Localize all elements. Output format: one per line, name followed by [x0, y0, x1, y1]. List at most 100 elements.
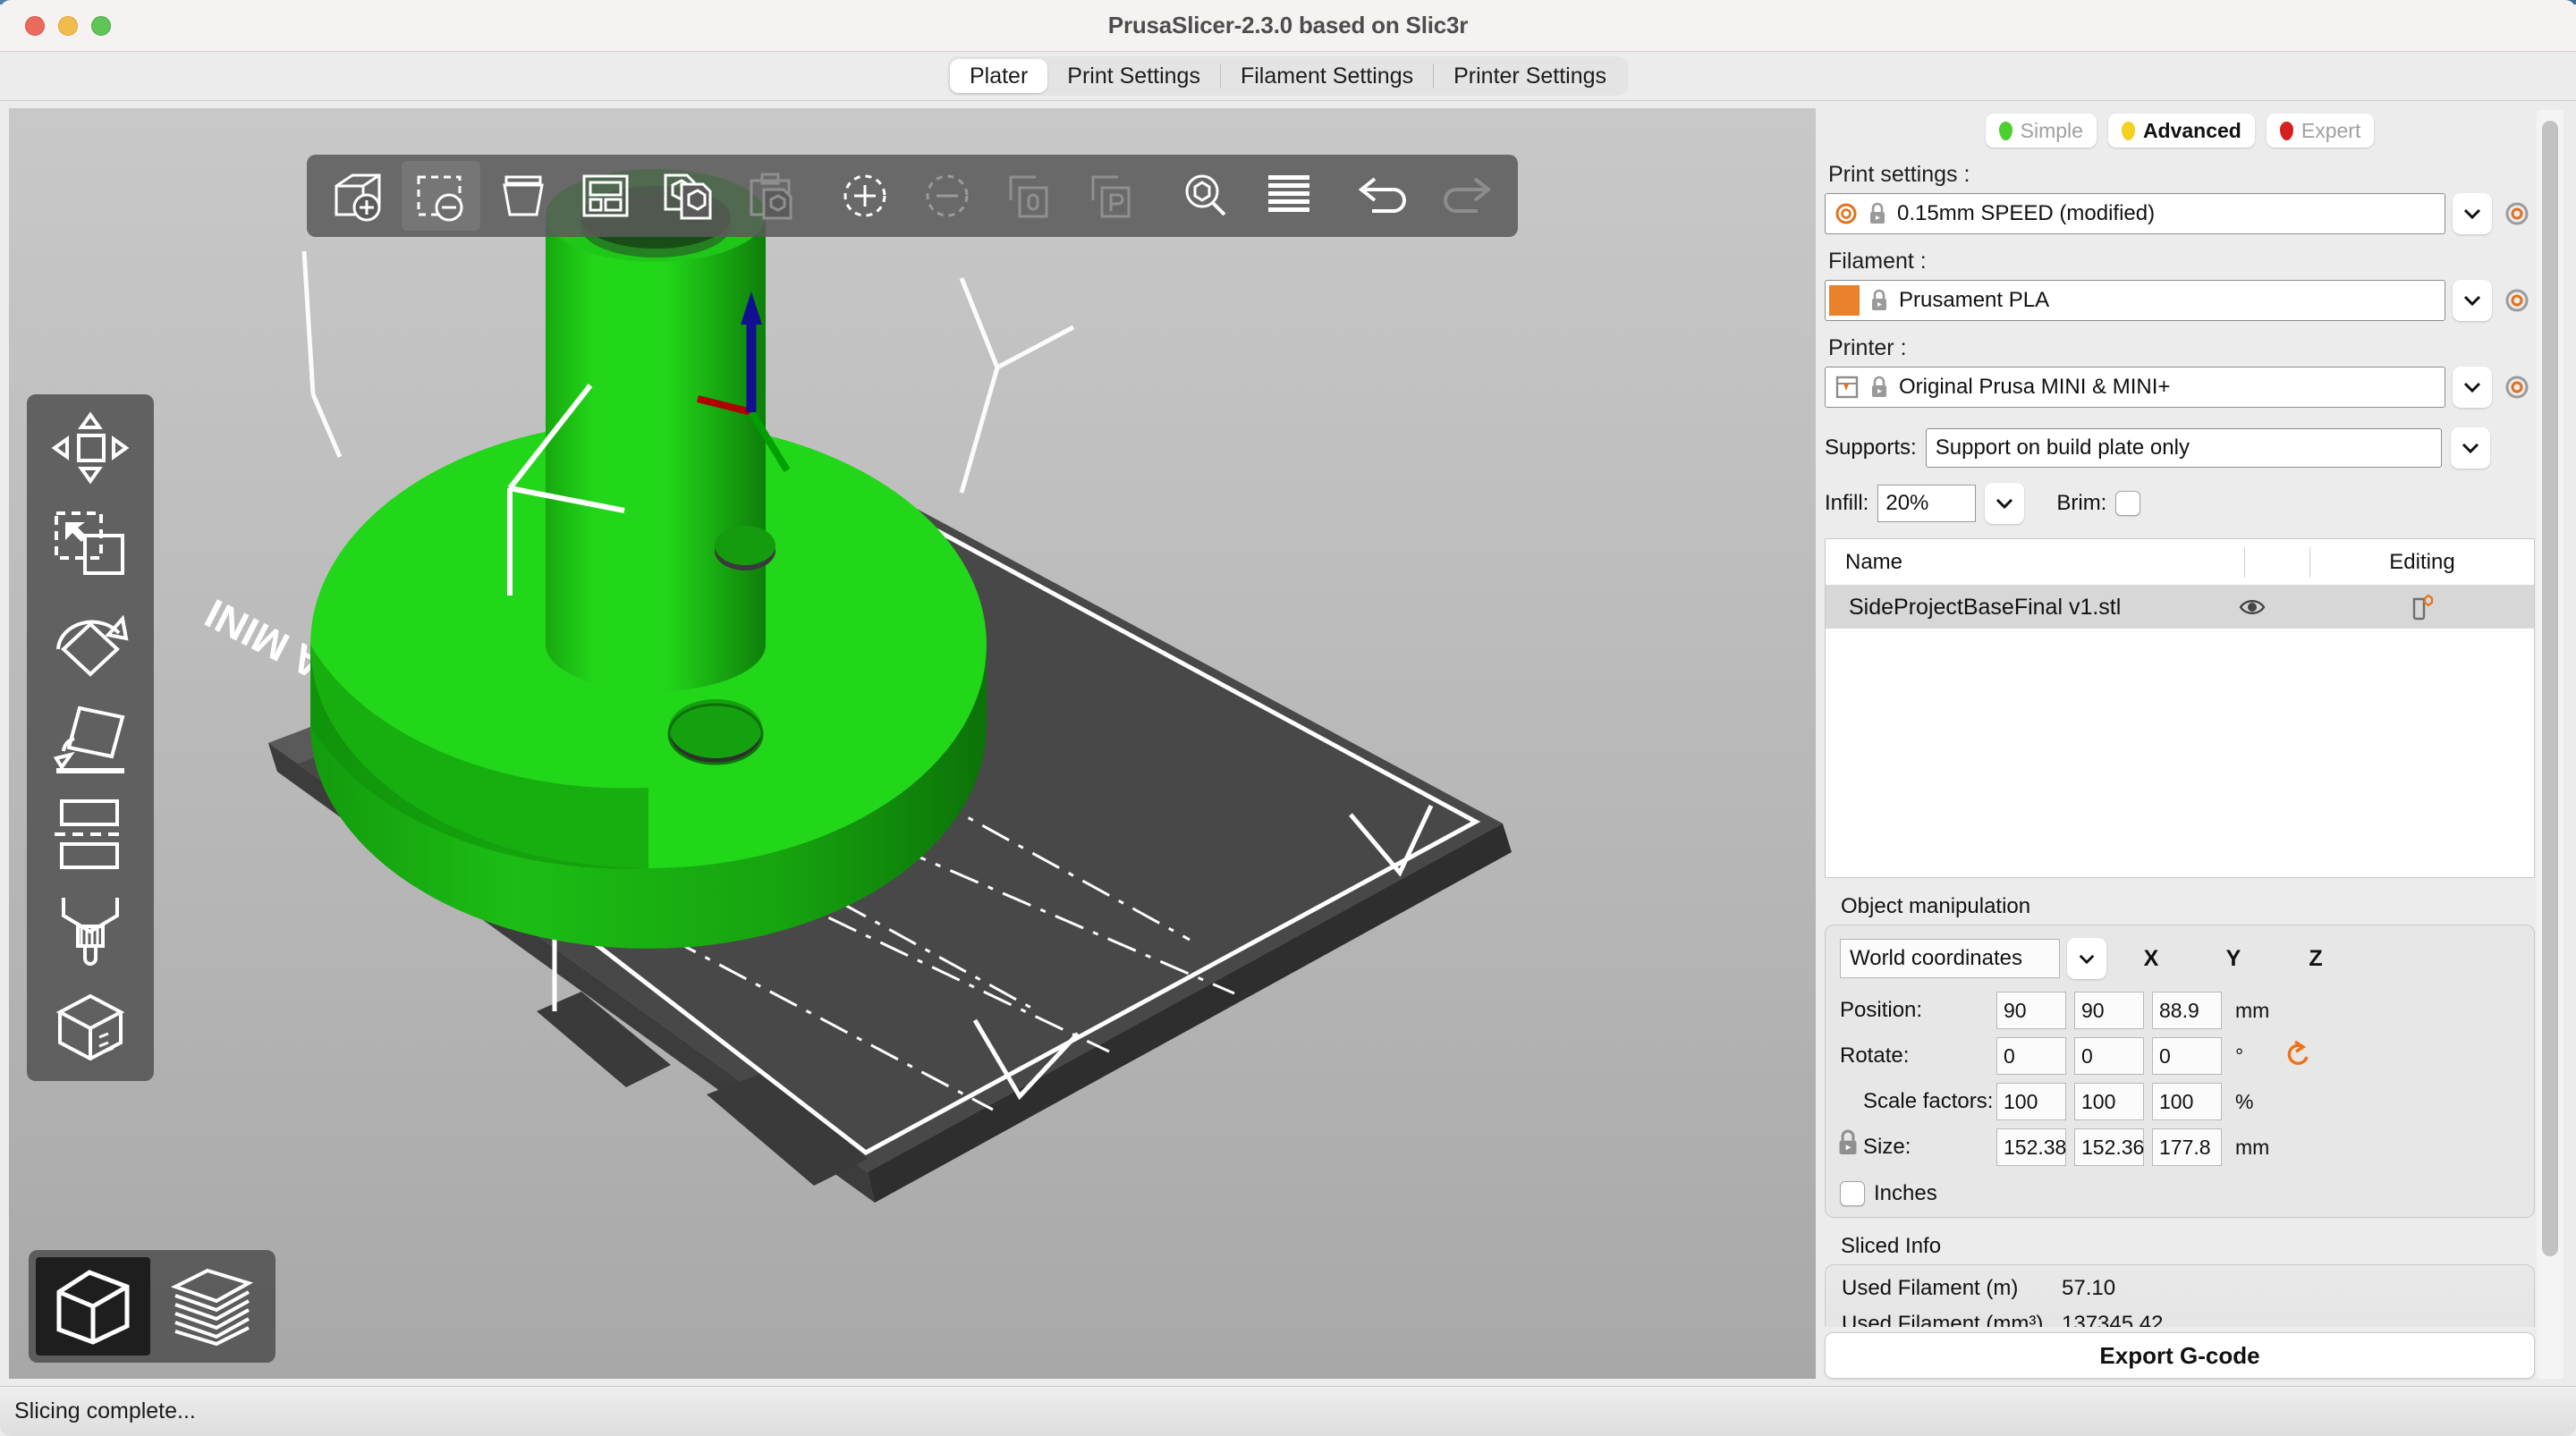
eye-icon[interactable] — [2194, 597, 2310, 617]
arrange-icon[interactable] — [566, 161, 645, 231]
scale-y-input[interactable]: 100 — [2074, 1083, 2144, 1120]
scale-icon[interactable] — [33, 496, 148, 593]
mode-advanced-label: Advanced — [2142, 118, 2241, 142]
preview-view-icon[interactable] — [154, 1257, 268, 1356]
print-settings-edit-button[interactable] — [2499, 200, 2535, 227]
brim-label: Brim: — [2056, 491, 2107, 515]
split-to-objects-icon — [990, 161, 1069, 231]
size-label: Size: — [1863, 1135, 1911, 1159]
printer-combo[interactable]: Original Prusa MINI & MINI+ — [1825, 367, 2445, 408]
editor-view-icon[interactable] — [36, 1257, 150, 1356]
infill-brim-row: Infill: 20% Brim: — [1825, 483, 2535, 524]
tab-printer-settings[interactable]: Printer Settings — [1434, 59, 1626, 93]
inches-checkbox[interactable] — [1840, 1181, 1865, 1206]
position-x-input[interactable]: 90 — [1996, 992, 2066, 1029]
rotate-icon[interactable] — [33, 593, 148, 689]
size-z-input[interactable]: 177.8 — [2152, 1128, 2222, 1166]
used-filament-m-value: 57.10 — [2062, 1276, 2116, 1300]
rotate-y-input[interactable]: 0 — [2074, 1037, 2144, 1075]
move-icon[interactable] — [33, 400, 148, 496]
filament-dropdown-button[interactable] — [2453, 280, 2492, 321]
layers-editing-icon[interactable] — [2310, 594, 2534, 621]
axis-z-header: Z — [2309, 945, 2323, 971]
object-list[interactable]: Name Editing SideProjectBaseFinal v1.stl — [1825, 538, 2535, 878]
copy-icon[interactable] — [648, 161, 727, 231]
printer-icon — [1835, 376, 1859, 399]
position-z-input[interactable]: 88.9 — [2152, 992, 2222, 1029]
table-row[interactable]: SideProjectBaseFinal v1.stl — [1826, 586, 2534, 629]
scale-x-input[interactable]: 100 — [1996, 1083, 2066, 1120]
position-x-value: 90 — [2004, 998, 2027, 1022]
window-title: PrusaSlicer-2.3.0 based on Slic3r — [1107, 12, 1469, 38]
print-settings-value: 0.15mm SPEED (modified) — [1897, 201, 2156, 225]
add-icon[interactable] — [319, 161, 398, 231]
infill-dropdown-button[interactable] — [1985, 483, 2025, 524]
mode-simple[interactable]: Simple — [1985, 114, 2097, 148]
seam-painting-icon[interactable] — [33, 979, 148, 1076]
size-unit: mm — [2235, 1135, 2270, 1159]
place-on-face-icon[interactable] — [33, 689, 148, 786]
print-settings-dropdown-button[interactable] — [2453, 193, 2492, 234]
filament-row: Prusament PLA — [1825, 280, 2535, 321]
supports-combo[interactable]: Support on build plate only — [1925, 428, 2442, 468]
filament-edit-button[interactable] — [2499, 287, 2535, 314]
mode-expert[interactable]: Expert — [2266, 114, 2375, 148]
tab-filament-settings[interactable]: Filament Settings — [1221, 59, 1433, 93]
scale-z-input[interactable]: 100 — [2152, 1083, 2222, 1120]
position-y-input[interactable]: 90 — [2074, 992, 2144, 1029]
position-label: Position: — [1840, 998, 1923, 1022]
coordinate-system-row: World coordinates X Y Z — [1840, 938, 2520, 979]
printer-edit-button[interactable] — [2499, 374, 2535, 401]
status-bar: Slicing complete... — [0, 1386, 2576, 1436]
split-to-parts-icon — [1072, 161, 1151, 231]
gear-icon — [2505, 202, 2529, 225]
sliced-info-title: Sliced Info — [1841, 1234, 1942, 1258]
tab-plater[interactable]: Plater — [949, 59, 1048, 93]
title-bar: PrusaSlicer-2.3.0 based on Slic3r — [0, 0, 2576, 52]
view-mode-toggle[interactable] — [29, 1250, 275, 1363]
variable-layer-height-icon[interactable] — [1250, 161, 1328, 231]
view-toolbar[interactable] — [307, 155, 1518, 237]
search-icon[interactable] — [1167, 161, 1246, 231]
supports-dropdown-button[interactable] — [2451, 427, 2490, 469]
rotate-row: Rotate: 0 0 0 ° — [1840, 1037, 2520, 1075]
print-settings-combo[interactable]: 0.15mm SPEED (modified) — [1825, 193, 2445, 234]
undo-icon[interactable] — [1344, 161, 1423, 231]
paint-support-icon[interactable] — [33, 883, 148, 979]
size-y-input[interactable]: 152.36 — [2074, 1128, 2144, 1166]
add-instance-icon[interactable] — [826, 161, 904, 231]
printer-value: Original Prusa MINI & MINI+ — [1899, 375, 2171, 399]
3d-viewport[interactable]: PRUSA MINI — [9, 108, 1816, 1379]
sliced-info-row: Used Filament (m) 57.10 — [1842, 1276, 2518, 1301]
mode-advanced[interactable]: Advanced — [2107, 114, 2255, 148]
infill-input[interactable]: 20% — [1877, 485, 1977, 522]
column-editing: Editing — [2389, 549, 2455, 574]
coordinate-system-combo[interactable]: World coordinates — [1840, 939, 2060, 978]
tab-bar: Plater Print Settings Filament Settings … — [0, 52, 2576, 101]
rotate-x-input[interactable]: 0 — [1996, 1037, 2066, 1075]
cut-icon[interactable] — [33, 786, 148, 883]
export-gcode-button[interactable]: Export G-code — [1825, 1332, 2535, 1379]
filament-combo[interactable]: Prusament PLA — [1825, 280, 2445, 321]
scale-row: Scale factors: 100 100 100 % — [1840, 1083, 2520, 1120]
reset-rotation-icon[interactable] — [2284, 1039, 2314, 1074]
printer-dropdown-button[interactable] — [2453, 367, 2492, 408]
size-x-input[interactable]: 152.38 — [1996, 1128, 2066, 1166]
filament-label: Filament : — [1828, 249, 1927, 274]
redo-icon — [1427, 161, 1505, 231]
delete-selected-icon[interactable] — [402, 161, 480, 231]
3d-scene: PRUSA MINI — [9, 108, 1816, 1379]
filament-value: Prusament PLA — [1899, 288, 2050, 312]
gizmo-toolbar[interactable] — [27, 394, 154, 1081]
inches-label: Inches — [1874, 1181, 1937, 1205]
rotate-unit: ° — [2235, 1043, 2244, 1068]
right-sidebar: Simple Advanced Expert Print settings : — [1816, 101, 2576, 1386]
coordinate-system-dropdown-button[interactable] — [2067, 938, 2106, 979]
rotate-z-input[interactable]: 0 — [2152, 1037, 2222, 1075]
position-row: Position: 90 90 88.9 mm — [1840, 992, 2520, 1029]
app-window: PrusaSlicer-2.3.0 based on Slic3r Plater… — [0, 0, 2576, 1436]
delete-all-icon[interactable] — [484, 161, 563, 231]
mode-selector[interactable]: Simple Advanced Expert — [1825, 101, 2535, 162]
brim-checkbox[interactable] — [2115, 491, 2141, 516]
tab-print-settings[interactable]: Print Settings — [1047, 59, 1220, 93]
